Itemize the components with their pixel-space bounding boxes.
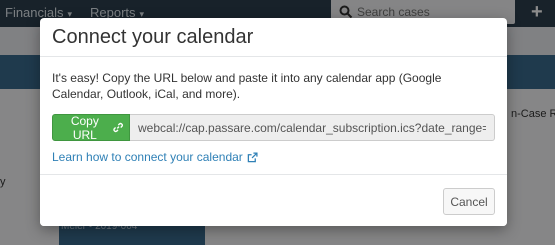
modal-footer: Cancel xyxy=(40,174,507,226)
modal-title: Connect your calendar xyxy=(52,26,254,48)
copy-url-label: Copy URL xyxy=(70,113,99,142)
link-icon xyxy=(113,122,123,133)
learn-how-link-label: Learn how to connect your calendar xyxy=(52,150,243,164)
cancel-button[interactable]: Cancel xyxy=(443,188,495,215)
modal-description: It's easy! Copy the URL below and paste … xyxy=(52,71,442,101)
learn-how-link[interactable]: Learn how to connect your calendar xyxy=(52,150,258,164)
connect-calendar-modal: Connect your calendar It's easy! Copy th… xyxy=(40,18,507,226)
external-link-icon xyxy=(247,151,258,162)
copy-url-row: Copy URL xyxy=(52,113,495,142)
calendar-url-field[interactable] xyxy=(130,114,495,141)
modal-header: Connect your calendar xyxy=(40,18,507,57)
copy-url-button[interactable]: Copy URL xyxy=(52,113,130,142)
